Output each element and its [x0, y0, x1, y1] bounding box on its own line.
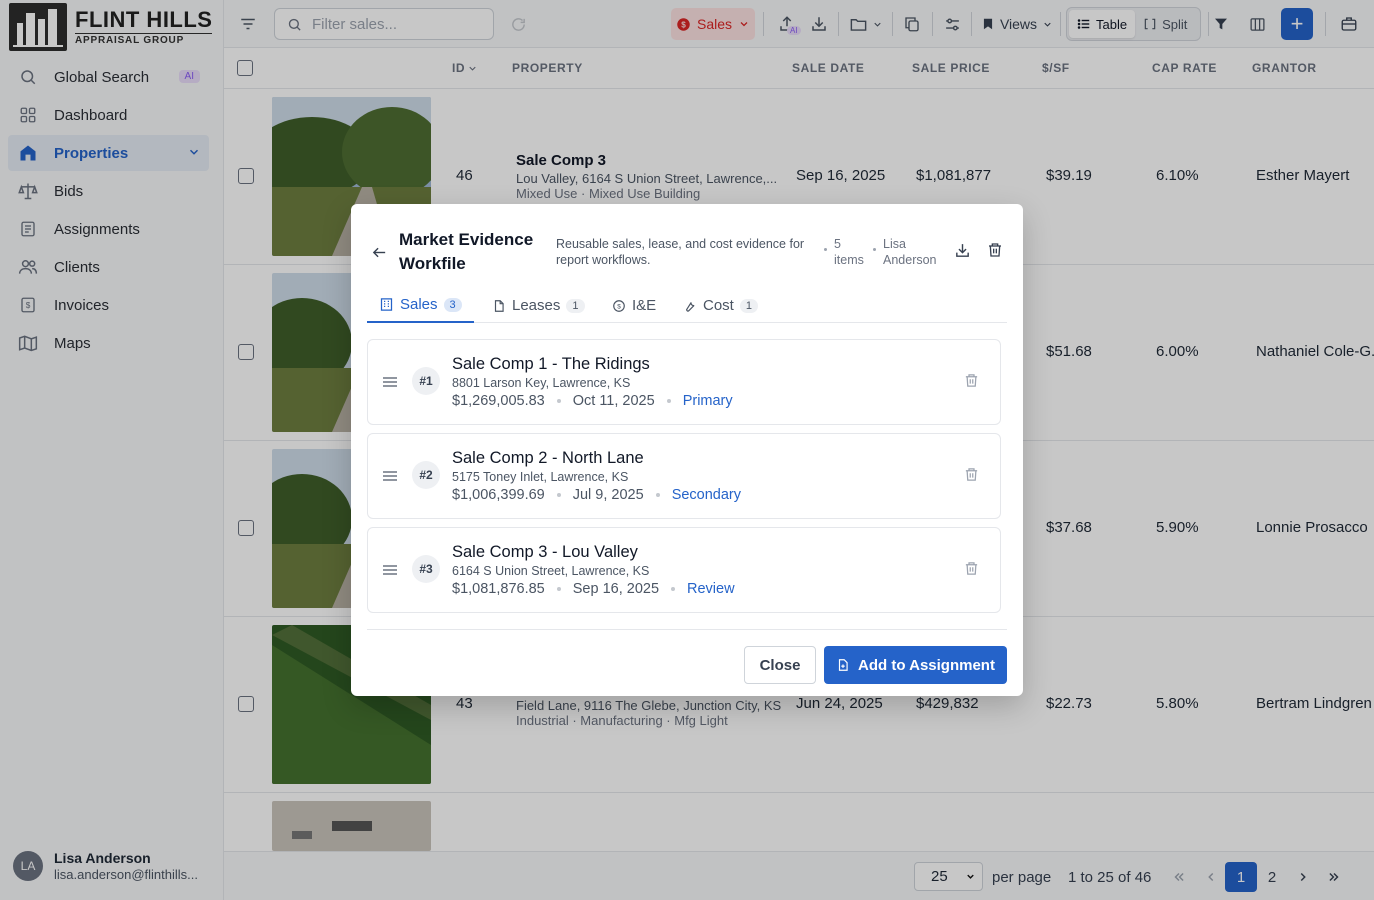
comp-date: Sep 16, 2025: [572, 581, 660, 597]
document-icon: [492, 299, 506, 313]
comp-tag: Primary: [682, 393, 733, 409]
comp-date: Jul 9, 2025: [572, 487, 644, 503]
svg-text:$: $: [617, 303, 621, 310]
modal-description: Reusable sales, lease, and cost evidence…: [556, 237, 805, 267]
comp-price: $1,081,876.85: [452, 581, 545, 597]
comp-rank: #1: [412, 367, 440, 395]
tab-label: Sales: [400, 296, 438, 313]
comp-title: Sale Comp 2 - North Lane: [452, 449, 644, 467]
tab-ie[interactable]: $ I&E: [612, 288, 656, 323]
modal-title: Market Evidence Workfile: [399, 230, 534, 273]
tab-leases[interactable]: Leases 1: [492, 288, 585, 323]
drag-handle-icon[interactable]: [382, 375, 398, 394]
dollar-circle-icon: $: [612, 299, 626, 313]
comp-price: $1,006,399.69: [452, 487, 545, 503]
tab-label: Cost: [703, 297, 734, 314]
trash-icon[interactable]: [987, 242, 1003, 263]
document-plus-icon: [836, 658, 850, 672]
evidence-tabs: Sales 3 Leases 1 $ I&E Cost 1: [367, 288, 1007, 323]
building-icon: [379, 297, 394, 312]
back-arrow-icon[interactable]: [371, 244, 388, 266]
comp-list: #1 Sale Comp 1 - The Ridings 8801 Larson…: [367, 339, 1007, 630]
comp-title: Sale Comp 3 - Lou Valley: [452, 543, 638, 561]
close-button[interactable]: Close: [744, 646, 816, 684]
tab-cost[interactable]: Cost 1: [683, 288, 758, 323]
comp-address: 6164 S Union Street, Lawrence, KS: [452, 564, 650, 578]
add-to-assignment-label: Add to Assignment: [858, 656, 995, 674]
wrench-icon: [683, 299, 697, 313]
comp-card[interactable]: #1 Sale Comp 1 - The Ridings 8801 Larson…: [367, 339, 1001, 425]
comp-address: 5175 Toney Inlet, Lawrence, KS: [452, 470, 629, 484]
comp-price: $1,269,005.83: [452, 393, 545, 409]
item-count: 5 items: [834, 237, 864, 267]
trash-icon[interactable]: [964, 561, 979, 581]
drag-handle-icon[interactable]: [382, 563, 398, 582]
comp-rank: #2: [412, 461, 440, 489]
tab-label: Leases: [512, 297, 561, 314]
download-icon[interactable]: [954, 242, 971, 264]
comp-tag: Secondary: [671, 487, 742, 503]
comp-rank: #3: [412, 555, 440, 583]
comp-card[interactable]: #3 Sale Comp 3 - Lou Valley 6164 S Union…: [367, 527, 1001, 613]
tab-count: 1: [739, 298, 758, 313]
workfile-modal: Market Evidence Workfile Reusable sales,…: [351, 204, 1023, 696]
tab-count: 1: [566, 298, 585, 313]
comp-card[interactable]: #2 Sale Comp 2 - North Lane 5175 Toney I…: [367, 433, 1001, 519]
tab-count: 3: [443, 297, 462, 312]
comp-address: 8801 Larson Key, Lawrence, KS: [452, 376, 631, 390]
comp-title: Sale Comp 1 - The Ridings: [452, 355, 650, 373]
workfile-owner: Lisa Anderson: [883, 237, 937, 267]
comp-date: Oct 11, 2025: [572, 393, 655, 409]
trash-icon[interactable]: [964, 467, 979, 487]
tab-label: I&E: [632, 297, 657, 314]
tab-sales[interactable]: Sales 3: [367, 288, 474, 323]
drag-handle-icon[interactable]: [382, 469, 398, 488]
comp-tag: Review: [687, 581, 735, 597]
trash-icon[interactable]: [964, 373, 979, 393]
add-to-assignment-button[interactable]: Add to Assignment: [824, 646, 1007, 684]
